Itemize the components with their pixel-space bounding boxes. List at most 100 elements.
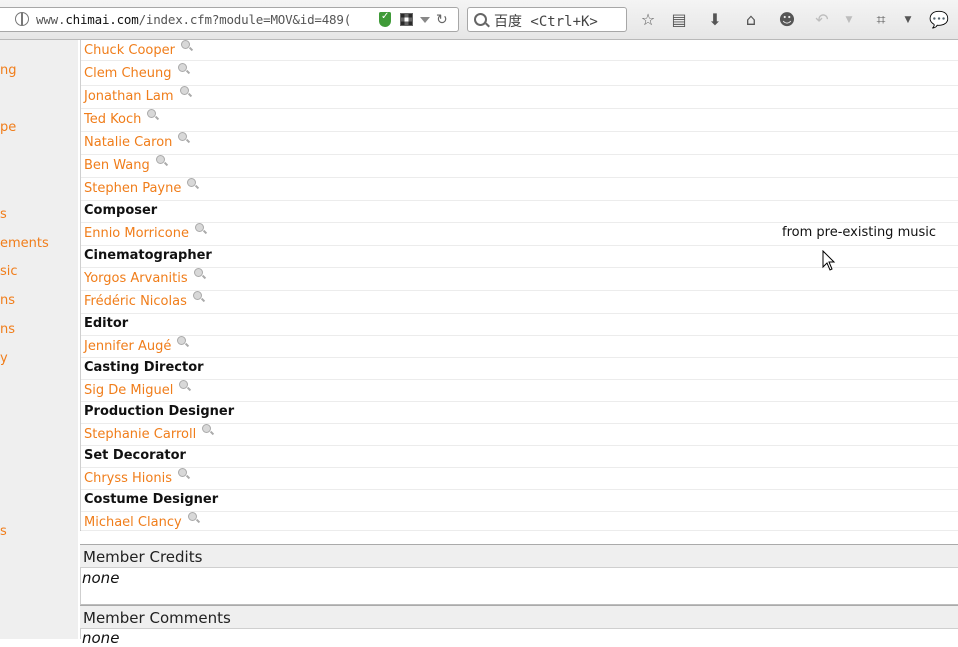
credit-name-row: Stephen Payne (81, 178, 958, 201)
credit-person-link[interactable]: Ennio Morricone (84, 226, 189, 241)
magnifier-icon[interactable] (193, 291, 202, 300)
undo-icon[interactable]: ↶ (811, 9, 833, 31)
credit-role-row: Production Designer (81, 402, 958, 424)
credit-name-row: Natalie Caron (81, 132, 958, 155)
url-prefix: www. (36, 12, 66, 27)
credit-name-row: Frédéric Nicolas (81, 291, 958, 314)
magnifier-icon[interactable] (177, 336, 186, 345)
credit-person-link[interactable]: Stephen Payne (84, 181, 181, 196)
download-icon[interactable]: ⬇ (704, 9, 726, 31)
credit-name-row: Chuck Cooper (81, 40, 958, 61)
bookmark-star-icon[interactable]: ☆ (637, 9, 659, 31)
left-sidebar: ng pe s ements sic ns ns y s (0, 40, 78, 639)
credit-name-row: Jennifer Augé (81, 336, 958, 358)
credit-person-link[interactable]: Natalie Caron (84, 135, 172, 150)
credit-note: from pre-existing music (782, 225, 937, 240)
magnifier-icon[interactable] (178, 63, 187, 72)
smiley-icon[interactable]: ☻ (776, 9, 798, 31)
credit-person-link[interactable]: Jonathan Lam (84, 89, 174, 104)
credit-role-row: Set Decorator (81, 446, 958, 468)
sidebar-link[interactable]: sic (0, 264, 18, 279)
member-comments-header: Member Comments (80, 605, 958, 629)
credit-role-label: Casting Director (84, 360, 204, 375)
chat-bubble-icon[interactable]: 💬 (928, 9, 950, 31)
credit-role-label: Cinematographer (84, 248, 212, 263)
credit-person-link[interactable]: Michael Clancy (84, 515, 182, 530)
address-bar[interactable]: www.chimai.com/index.cfm?module=MOV&id=4… (0, 7, 459, 32)
credit-role-label: Costume Designer (84, 492, 219, 507)
credit-role-label: Editor (84, 316, 129, 331)
crop-icon[interactable]: ⌗ (870, 9, 892, 31)
member-comments-value: none (82, 629, 120, 647)
credit-person-link[interactable]: Stephanie Carroll (84, 427, 196, 442)
magnifier-icon[interactable] (181, 40, 190, 49)
reload-icon[interactable]: ↻ (436, 12, 448, 28)
url-path: /index.cfm?module=MOV&id=489( (138, 12, 352, 27)
member-credits-value: none (82, 569, 120, 587)
member-credits-header: Member Credits (80, 544, 958, 568)
credit-person-link[interactable]: Chuck Cooper (84, 43, 175, 58)
magnifier-icon[interactable] (187, 178, 196, 187)
credit-name-row: Sig De Miguel (81, 380, 958, 402)
magnifier-icon[interactable] (194, 268, 203, 277)
magnifier-icon[interactable] (178, 132, 187, 141)
sidebar-link[interactable]: ng (0, 63, 17, 78)
sidebar-link[interactable]: s (0, 207, 7, 222)
credit-name-row: Ennio Morricone from pre-existing music (81, 223, 958, 246)
search-icon (474, 13, 487, 26)
magnifier-icon[interactable] (202, 424, 211, 433)
credit-person-link[interactable]: Sig De Miguel (84, 383, 173, 398)
member-credits-title: Member Credits (83, 548, 203, 566)
credit-role-row: Casting Director (81, 358, 958, 380)
credit-name-row: Ted Koch (81, 109, 958, 132)
credit-person-link[interactable]: Ben Wang (84, 158, 150, 173)
credit-role-row: Editor (81, 314, 958, 336)
credit-name-row: Stephanie Carroll (81, 424, 958, 446)
credit-person-link[interactable]: Frédéric Nicolas (84, 294, 187, 309)
sidebar-link[interactable]: y (0, 351, 8, 366)
member-comments-title: Member Comments (83, 609, 231, 627)
credit-person-link[interactable]: Chryss Hionis (84, 471, 172, 486)
magnifier-icon[interactable] (178, 468, 187, 477)
url-text[interactable]: www.chimai.com/index.cfm?module=MOV&id=4… (36, 12, 368, 27)
credit-name-row: Jonathan Lam (81, 86, 958, 109)
magnifier-icon[interactable] (179, 380, 188, 389)
credit-person-link[interactable]: Jennifer Augé (84, 339, 171, 354)
credit-name-row: Clem Cheung (81, 63, 958, 86)
credit-role-row: Composer (81, 201, 958, 223)
credit-role-row: Costume Designer (81, 490, 958, 512)
sidebar-link[interactable]: s (0, 524, 7, 539)
url-domain: chimai.com (65, 12, 139, 27)
credit-name-row: Chryss Hionis (81, 468, 958, 490)
mouse-cursor-icon (822, 250, 836, 271)
search-input[interactable]: 百度 <Ctrl+K> (467, 7, 627, 32)
qr-code-icon[interactable] (400, 13, 413, 26)
magnifier-icon[interactable] (195, 223, 204, 232)
shield-icon[interactable] (379, 11, 391, 27)
magnifier-icon[interactable] (147, 109, 156, 118)
clipboard-icon[interactable]: ▤ (668, 9, 690, 31)
home-icon[interactable]: ⌂ (740, 9, 762, 31)
sidebar-link[interactable]: ns (0, 293, 15, 308)
credit-name-row: Ben Wang (81, 155, 958, 178)
sidebar-link[interactable]: ements (0, 236, 49, 251)
credit-role-label: Production Designer (84, 404, 235, 419)
credits-table: Chuck Cooper Clem Cheung Jonathan Lam Ted K… (80, 40, 958, 531)
globe-icon (15, 12, 29, 26)
dropdown-arrow-icon[interactable] (420, 17, 430, 23)
sidebar-link[interactable]: ns (0, 322, 15, 337)
credit-role-label: Composer (84, 203, 158, 218)
credit-role-label: Set Decorator (84, 448, 186, 463)
credit-person-link[interactable]: Yorgos Arvanitis (84, 271, 188, 286)
magnifier-icon[interactable] (156, 155, 165, 164)
credit-person-link[interactable]: Clem Cheung (84, 66, 172, 81)
credit-person-link[interactable]: Ted Koch (84, 112, 141, 127)
magnifier-icon[interactable] (180, 86, 189, 95)
undo-dropdown-icon[interactable]: ▼ (838, 9, 860, 31)
credit-name-row: Michael Clancy (81, 512, 958, 531)
crop-dropdown-icon[interactable]: ▼ (897, 9, 919, 31)
magnifier-icon[interactable] (188, 512, 197, 521)
search-placeholder: 百度 <Ctrl+K> (494, 14, 598, 30)
browser-toolbar: www.chimai.com/index.cfm?module=MOV&id=4… (0, 0, 958, 40)
sidebar-link[interactable]: pe (0, 120, 16, 135)
